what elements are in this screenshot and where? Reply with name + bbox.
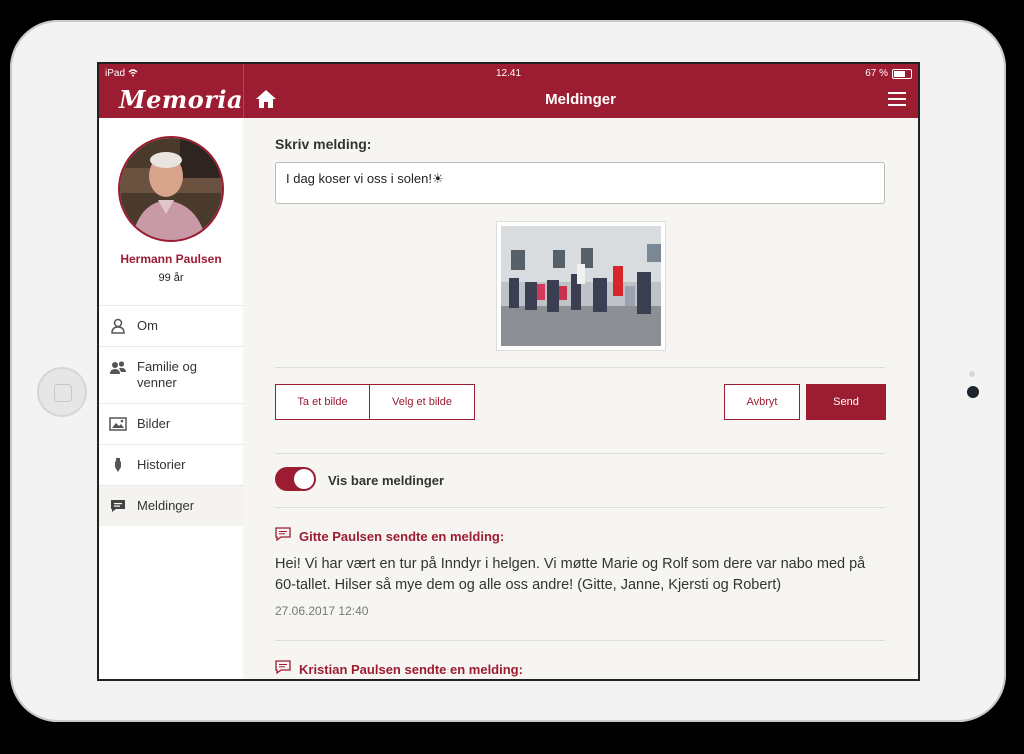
images-icon (109, 415, 127, 433)
hamburger-menu-icon[interactable] (888, 92, 906, 106)
sidebar-nav: Om Familie og venner Bilder Historier Me… (99, 305, 243, 526)
message-body: Hei! Vi har vært en tur på Inndyr i helg… (275, 556, 866, 593)
sidebar-item-om[interactable]: Om (99, 305, 243, 346)
toggle-label: Vis bare meldinger (328, 473, 445, 488)
main-content: Skriv melding: I dag koser vi oss i sole… (243, 118, 918, 679)
sidebar-item-meldinger[interactable]: Meldinger (99, 485, 243, 526)
sidebar-item-bilder[interactable]: Bilder (99, 403, 243, 444)
status-time: 12.41 (495, 68, 522, 79)
choose-photo-button[interactable]: Velg et bilde (369, 384, 475, 420)
sidebar-item-label: Meldinger (137, 498, 195, 513)
cancel-button[interactable]: Avbryt (724, 384, 800, 420)
sidebar-item-label: Historier (137, 457, 186, 472)
message-sender: Kristian Paulsen sendte en melding: (299, 662, 523, 677)
message-input[interactable]: I dag koser vi oss i solen!☀ (275, 162, 885, 204)
sidebar-item-label: Om (137, 318, 158, 333)
pen-icon (109, 456, 127, 474)
profile-name: Hermann Paulsen (120, 252, 222, 266)
sidebar-item-familie[interactable]: Familie og venner (99, 346, 243, 403)
send-button[interactable]: Send (806, 384, 886, 420)
top-bar: iPad 12.41 67 % Memoria Meldinger (99, 64, 918, 118)
sensor (969, 371, 975, 377)
chat-icon (109, 497, 127, 515)
sidebar-item-label: Familie og venner (137, 359, 197, 390)
sidebar: Hermann Paulsen 99 år Om Familie og venn… (99, 118, 244, 679)
app-screen: iPad 12.41 67 % Memoria Meldinger Herman… (97, 62, 920, 681)
home-button[interactable] (37, 367, 87, 417)
profile-avatar (118, 136, 224, 242)
app-logo: Memoria (119, 85, 244, 114)
camera (967, 386, 979, 398)
battery-icon (892, 68, 912, 79)
message-timestamp: 27.06.2017 12:40 (275, 604, 369, 618)
take-photo-button[interactable]: Ta et bilde (275, 384, 370, 420)
attached-photo[interactable] (496, 221, 666, 351)
status-battery: 67 % (865, 68, 912, 79)
page-title: Meldinger (545, 91, 616, 108)
profile-age: 99 år (158, 272, 184, 284)
people-icon (109, 359, 127, 377)
message-sender: Gitte Paulsen sendte en melding: (299, 529, 505, 544)
show-only-messages-toggle[interactable] (275, 467, 316, 491)
sidebar-item-label: Bilder (137, 416, 171, 431)
sidebar-item-historier[interactable]: Historier (99, 444, 243, 485)
message-icon (275, 527, 291, 542)
message-icon (275, 660, 291, 675)
compose-label: Skriv melding: (275, 136, 372, 152)
person-icon (109, 317, 127, 335)
